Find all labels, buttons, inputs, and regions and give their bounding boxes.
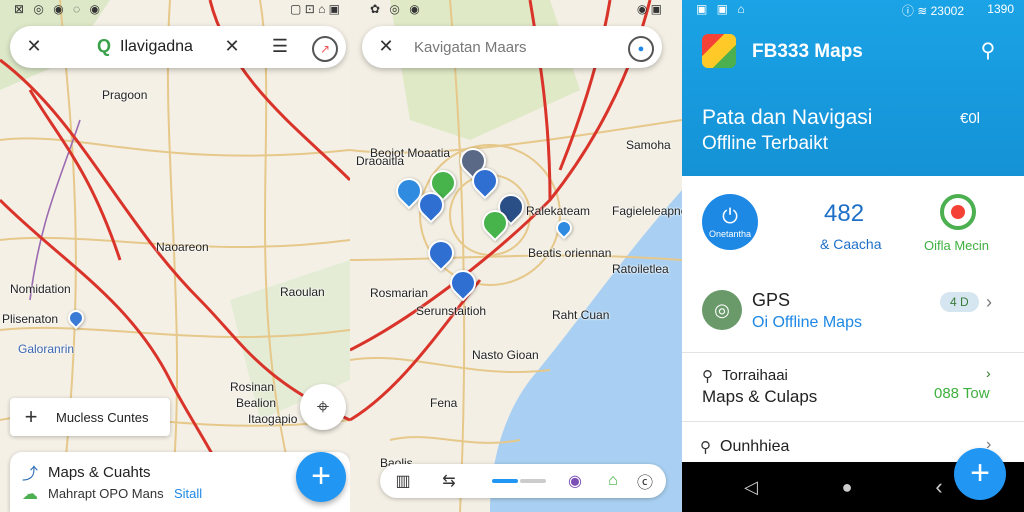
map-label: Itaogapio bbox=[248, 412, 298, 426]
map-label: Fena bbox=[430, 396, 458, 410]
app-logo-icon bbox=[702, 34, 736, 68]
headline-1: Pata dan Navigasi bbox=[702, 106, 873, 129]
copyright-icon[interactable]: ⓒ bbox=[634, 470, 656, 492]
headline-2: Offline Terbaikt bbox=[702, 133, 829, 154]
status-icons-left: ⊠ ◎ ◉ ◌ ◉ bbox=[14, 2, 103, 16]
stat-2-label: & Caacha bbox=[820, 236, 882, 252]
row2-title: Maps & Culaps bbox=[702, 387, 818, 406]
map-label: Raht Cuan bbox=[552, 308, 610, 322]
close-icon[interactable]: ✕ bbox=[376, 36, 396, 56]
target-icon[interactable] bbox=[940, 194, 976, 230]
back-icon[interactable]: ◁ bbox=[740, 476, 762, 498]
add-fab-button[interactable]: + bbox=[296, 452, 346, 502]
app-title: FB333 Maps bbox=[752, 41, 863, 62]
pin-icon: ⚲ bbox=[700, 439, 711, 456]
map-label: Rosinan bbox=[230, 380, 275, 394]
menu-icon[interactable]: ☰ bbox=[270, 36, 290, 56]
gps-title: GPS bbox=[752, 290, 791, 310]
map-label: Pragoon bbox=[102, 88, 148, 102]
layers-label: Mucless Cuntes bbox=[56, 410, 149, 425]
map-label: Ratoiletlea bbox=[612, 262, 669, 276]
search-input[interactable]: Ilavigadna bbox=[120, 38, 193, 56]
search-input[interactable]: Kavigatan Maars bbox=[414, 39, 527, 56]
bottom-tag: Sitall bbox=[174, 486, 203, 501]
map-label: Beatis oriennan bbox=[528, 246, 612, 260]
search-icon: Q bbox=[96, 35, 111, 56]
app-header: ▣ ▣ ⌂ ⓘ ≋ 23002 1390 FB333 Maps ⚲ Pata d… bbox=[682, 0, 1024, 176]
mic-icon[interactable]: ● bbox=[628, 36, 654, 62]
compass-icon[interactable]: ↗ bbox=[312, 36, 338, 62]
map-label: Naoareon bbox=[156, 240, 209, 254]
status-icons-left: ▣ ▣ ⌂ bbox=[696, 2, 748, 16]
map-label: Nasto Gioan bbox=[472, 348, 539, 362]
chevron-right-icon: › bbox=[986, 365, 991, 381]
clear-icon[interactable]: ✕ bbox=[222, 36, 242, 56]
stat-1-label: Onetantha bbox=[708, 228, 752, 239]
home-icon[interactable]: ● bbox=[836, 476, 858, 498]
progress-indicator bbox=[492, 479, 518, 483]
app-home-screen: ▣ ▣ ⌂ ⓘ ≋ 23002 1390 FB333 Maps ⚲ Pata d… bbox=[682, 0, 1024, 512]
add-fab-button[interactable]: + bbox=[954, 448, 1006, 500]
record-icon[interactable]: ◉ bbox=[564, 470, 586, 492]
search-bar[interactable]: ✕ Q Ilavigadna ✕ ☰ ↗ bbox=[10, 26, 346, 68]
power-icon: ⏻ bbox=[722, 205, 738, 228]
stat-2-value: 482 bbox=[824, 200, 865, 227]
status-bar: ⊠ ◎ ◉ ◌ ◉ ▢ ⊡ ⌂ ▣ bbox=[0, 0, 350, 20]
bottom-title: Maps & Cuahts bbox=[48, 464, 151, 481]
list-item-maps[interactable]: ⚲ Torraihaai Maps & Culaps 088 Tow › bbox=[682, 353, 1024, 422]
bottom-toolbar: ▥ ⇆ ◉ ⌂ ⓒ bbox=[380, 464, 666, 498]
map-label: Serunstaitioh bbox=[416, 304, 487, 318]
map-label: Bealion bbox=[236, 396, 277, 410]
list-item-gps[interactable]: ◎ GPS Oi Offline Maps 4 D › bbox=[682, 272, 1024, 353]
route-icon: ⤴ bbox=[21, 466, 38, 483]
stat-3-label: Oifla Mecin bbox=[924, 238, 990, 253]
map-screen-middle: ✿ ◎ ◉ ◉ ▣ ✕ Kavigatan Maars ● Beoiot Moa… bbox=[350, 0, 682, 512]
power-button[interactable]: ⏻ Onetantha bbox=[702, 194, 758, 250]
row3-title: Ounhhiea bbox=[720, 438, 790, 455]
status-icons-right: ⓘ ≋ 23002 bbox=[901, 4, 964, 18]
map-label: Plisenaton bbox=[2, 312, 59, 326]
pin-icon: ⚲ bbox=[702, 368, 713, 385]
locate-button[interactable]: ⌖ bbox=[300, 384, 346, 430]
gps-icon: ◎ bbox=[702, 290, 742, 330]
search-bar[interactable]: ✕ Kavigatan Maars ● bbox=[362, 26, 662, 68]
layers-card[interactable]: + Mucless Cuntes bbox=[10, 398, 170, 436]
map-label: Fagieleleapne bbox=[612, 204, 682, 218]
home-icon[interactable]: ⌂ bbox=[602, 470, 624, 492]
recents-icon[interactable]: ‹ bbox=[928, 474, 950, 499]
map-label: Rosmarian bbox=[370, 286, 429, 300]
plus-icon[interactable]: + bbox=[20, 404, 42, 429]
gps-badge: 4 D bbox=[940, 292, 979, 312]
map-label: Draoaitla bbox=[356, 154, 405, 168]
bottom-subtitle: Mahrapt OPO Mans bbox=[48, 486, 164, 501]
status-bar: ▣ ▣ ⌂ ⓘ ≋ 23002 1390 bbox=[682, 0, 1024, 20]
gps-subtitle: Oi Offline Maps bbox=[752, 314, 862, 331]
map-screen-left: ⊠ ◎ ◉ ◌ ◉ ▢ ⊡ ⌂ ▣ ✕ Q Ilavigadna ✕ ☰ ↗ P… bbox=[0, 0, 350, 512]
progress-track bbox=[520, 479, 546, 483]
map-label: Nomidation bbox=[10, 282, 71, 296]
map-canvas[interactable] bbox=[350, 0, 682, 512]
map-label: Samoha bbox=[626, 138, 671, 152]
map-label: Ralekateam bbox=[526, 204, 591, 218]
cloud-icon: ☁ bbox=[22, 486, 38, 503]
row2-small: Torraihaai bbox=[722, 367, 788, 384]
status-icons-right: ◉ ▣ bbox=[636, 2, 662, 16]
layers-icon[interactable]: ▥ bbox=[392, 470, 414, 492]
stats-row: ⏻ Onetantha 482 & Caacha Oifla Mecin bbox=[682, 176, 1024, 273]
status-icons-right: ▢ ⊡ ⌂ ▣ bbox=[290, 2, 340, 16]
status-time: 1390 bbox=[987, 2, 1014, 16]
map-label: Galoranrin bbox=[18, 342, 75, 356]
close-icon[interactable]: ✕ bbox=[24, 36, 44, 56]
status-icons-left: ✿ ◎ ◉ bbox=[370, 2, 423, 16]
search-icon[interactable]: ⚲ bbox=[976, 38, 1000, 62]
target-core bbox=[951, 205, 965, 219]
directions-icon[interactable]: ⇆ bbox=[438, 470, 460, 492]
chevron-right-icon: › bbox=[986, 292, 992, 312]
row2-value: 088 Tow bbox=[934, 385, 990, 402]
header-badge: €0l bbox=[960, 110, 981, 127]
map-label: Raoulan bbox=[280, 285, 325, 299]
status-bar: ✿ ◎ ◉ ◉ ▣ bbox=[350, 0, 682, 20]
